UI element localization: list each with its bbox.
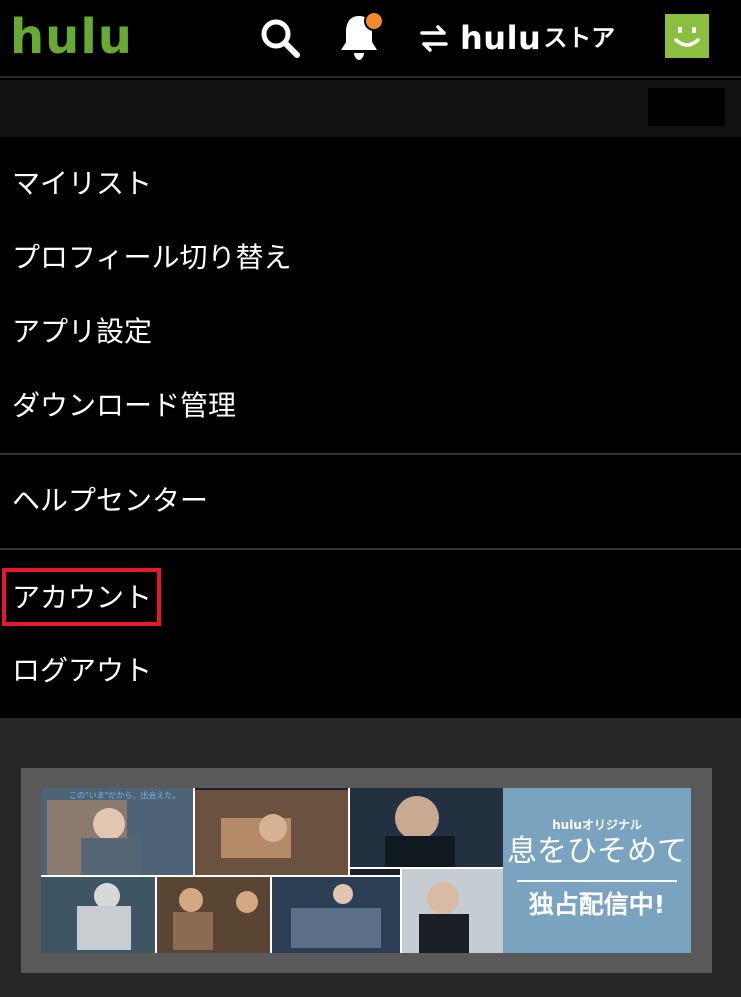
store-brand-text: hulu [460, 19, 542, 57]
menu-divider [0, 453, 741, 455]
banner-brand-small: huluオリジナル [552, 818, 642, 832]
notification-bell-icon[interactable] [336, 10, 386, 62]
subheader-black-box [648, 88, 725, 126]
profile-avatar-icon[interactable] [665, 14, 709, 58]
menu-item-mylist[interactable]: マイリスト [12, 164, 152, 204]
menu-item-download-management[interactable]: ダウンロード管理 [12, 386, 236, 426]
menu-item-switch-profile[interactable]: プロフィール切り替え [12, 238, 291, 278]
notification-dot [364, 11, 384, 31]
menu-item-help-center[interactable]: ヘルプセンター [12, 481, 208, 521]
banner-subtitle: 独占配信中! [528, 890, 666, 919]
swap-arrows-icon [420, 25, 448, 52]
menu-item-logout[interactable]: ログアウト [12, 651, 152, 691]
banner-divider-line [517, 880, 677, 882]
banner-title: 息をひそめて [507, 834, 687, 869]
hulu-store-link[interactable]: hulu ストア [418, 18, 615, 58]
account-highlight-box [2, 568, 161, 626]
store-label: ストア [543, 24, 616, 52]
subheader-bar [0, 80, 741, 137]
hulu-logo[interactable]: hulu [10, 8, 133, 66]
menu-item-app-settings[interactable]: アプリ設定 [12, 312, 152, 352]
menu-divider [0, 548, 741, 550]
top-header: hulu hulu ストア [0, 0, 741, 78]
banner-tagline: この"いま"だから、出会えた。 [69, 791, 181, 800]
banner-title-panel[interactable]: huluオリジナル 息をひそめて 独占配信中! [503, 788, 691, 953]
search-icon[interactable] [258, 16, 302, 60]
